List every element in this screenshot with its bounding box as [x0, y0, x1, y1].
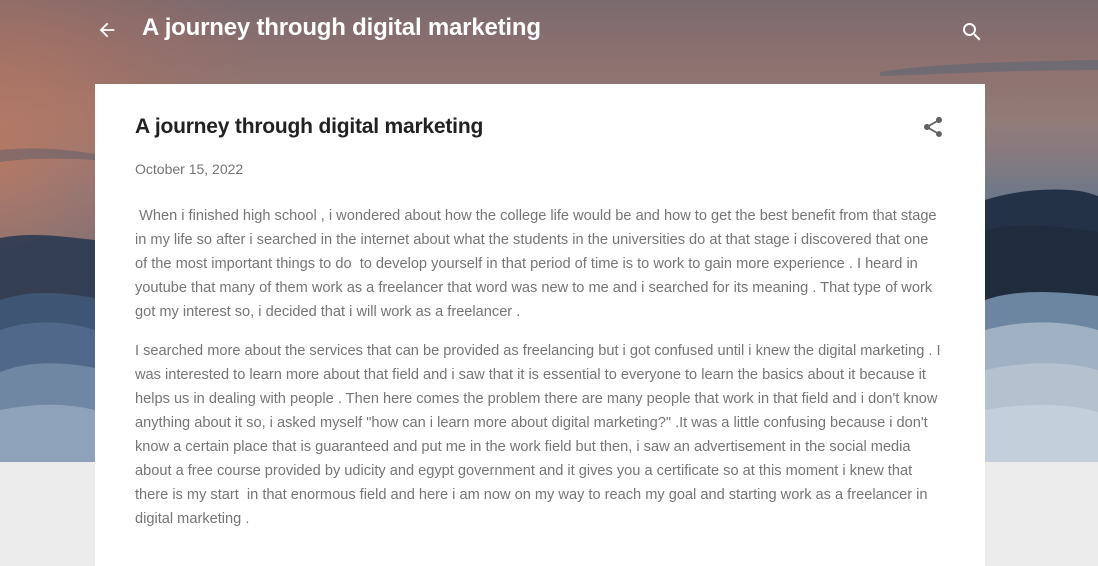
search-button[interactable]: [959, 19, 985, 45]
blog-page: A journey through digital marketing A jo…: [0, 0, 1098, 566]
share-button[interactable]: [919, 113, 947, 141]
share-icon: [924, 117, 942, 137]
post-body: When i finished high school , i wondered…: [135, 204, 943, 546]
back-button[interactable]: [94, 17, 120, 43]
post-paragraph: I searched more about the services that …: [135, 343, 945, 527]
search-icon: [963, 23, 981, 41]
post-card: A journey through digital marketing Octo…: [95, 84, 985, 566]
arrow-back-icon: [99, 22, 115, 38]
post-title: A journey through digital marketing: [135, 115, 484, 138]
post-date-link[interactable]: October 15, 2022: [135, 161, 243, 177]
blog-header: A journey through digital marketing: [0, 0, 1098, 62]
post-paragraph: When i finished high school , i wondered…: [135, 208, 941, 320]
blog-title[interactable]: A journey through digital marketing: [142, 14, 541, 42]
